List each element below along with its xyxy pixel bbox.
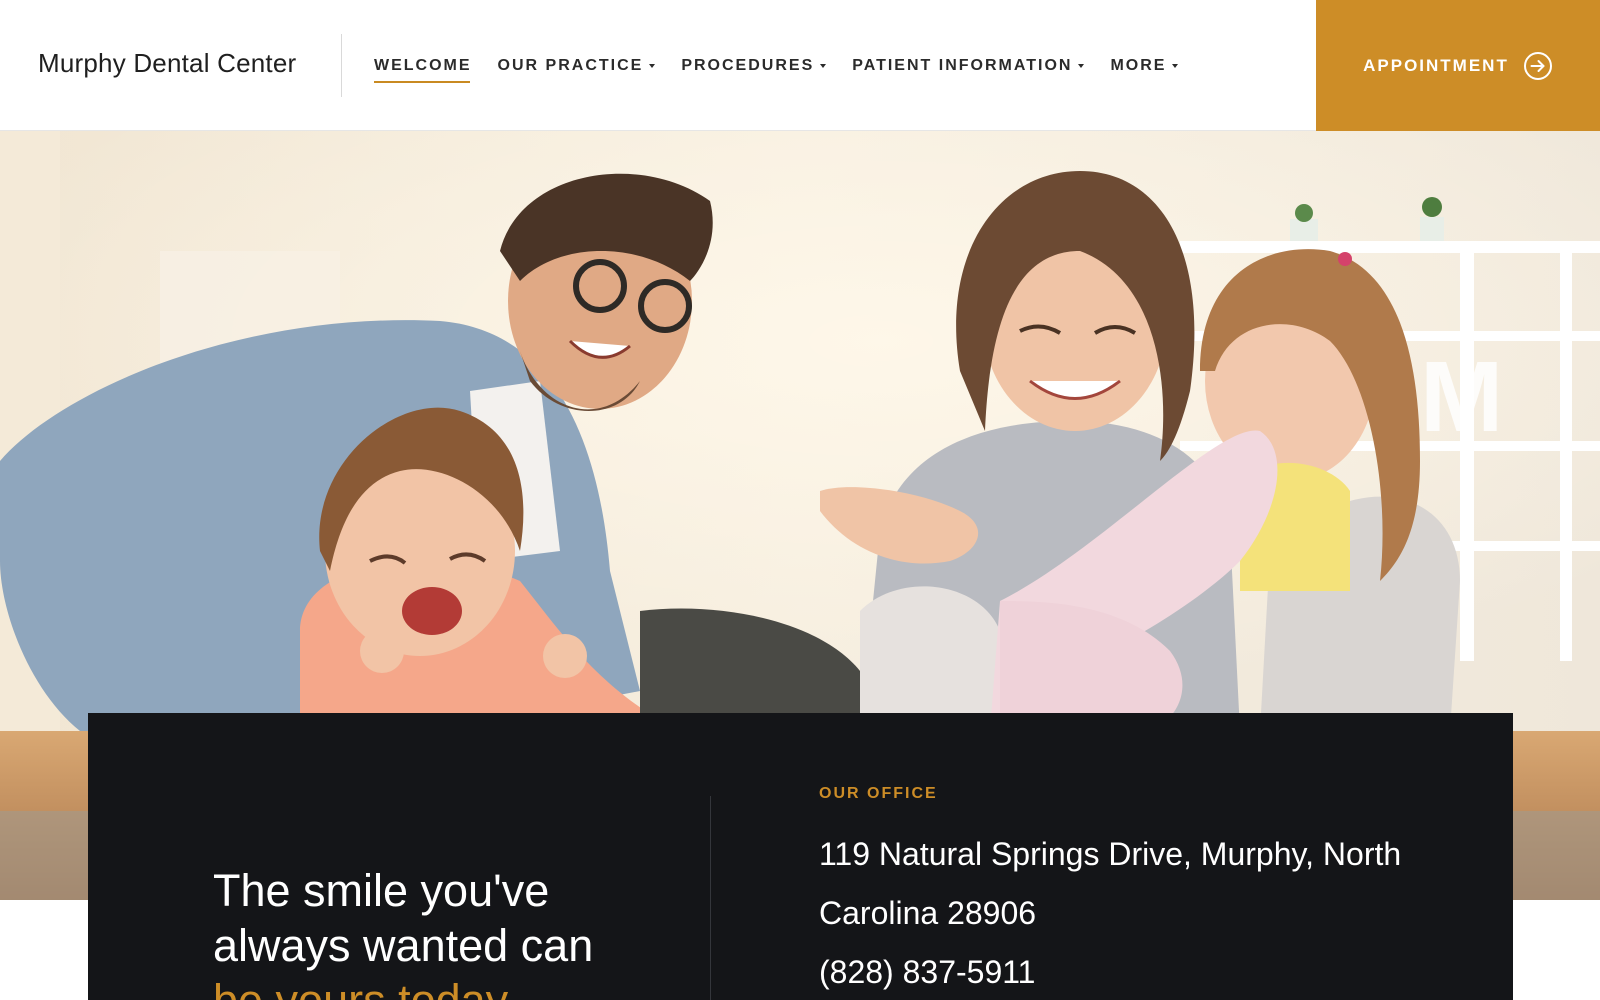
nav-item-procedures[interactable]: PROCEDURES: [681, 46, 827, 86]
caret-down-icon: [649, 64, 656, 68]
tagline-line: always wanted can: [213, 920, 594, 971]
main-nav: WELCOME OUR PRACTICE PROCEDURES PATIENT …: [374, 0, 1179, 131]
appointment-label: APPOINTMENT: [1363, 55, 1509, 75]
nav-item-our-practice[interactable]: OUR PRACTICE: [498, 46, 656, 86]
caret-down-icon: [820, 64, 827, 68]
svg-text:M: M: [1420, 341, 1503, 453]
nav-item-label: OUR PRACTICE: [497, 56, 644, 74]
nav-item-label: PATIENT INFORMATION: [852, 56, 1073, 74]
nav-item-welcome[interactable]: WELCOME: [374, 46, 472, 86]
tagline-line: The smile you've: [213, 865, 550, 916]
arrow-right-circle-icon: [1523, 51, 1552, 80]
office-address[interactable]: 119 Natural Springs Drive, Murphy, North…: [819, 825, 1439, 943]
tagline-accent: be yours today.: [213, 973, 673, 1000]
hero-tagline: The smile you've always wanted can be yo…: [213, 863, 673, 1000]
office-phone-link[interactable]: (828) 837-5911: [819, 943, 1035, 1000]
caret-down-icon: [1078, 64, 1085, 68]
info-panel: The smile you've always wanted can be yo…: [88, 713, 1513, 1000]
header-divider: [341, 34, 342, 97]
office-label: OUR OFFICE: [819, 785, 938, 802]
site-logo[interactable]: Murphy Dental Center: [38, 48, 296, 79]
nav-item-label: WELCOME: [374, 56, 472, 74]
panel-divider: [710, 796, 711, 1000]
nav-item-more[interactable]: MORE: [1110, 46, 1179, 86]
caret-down-icon: [1172, 64, 1179, 68]
nav-item-label: PROCEDURES: [681, 56, 815, 74]
nav-item-patient-information[interactable]: PATIENT INFORMATION: [852, 46, 1085, 86]
nav-item-label: MORE: [1110, 56, 1167, 74]
appointment-button[interactable]: APPOINTMENT: [1316, 0, 1600, 131]
site-header: Murphy Dental Center WELCOME OUR PRACTIC…: [0, 0, 1600, 131]
